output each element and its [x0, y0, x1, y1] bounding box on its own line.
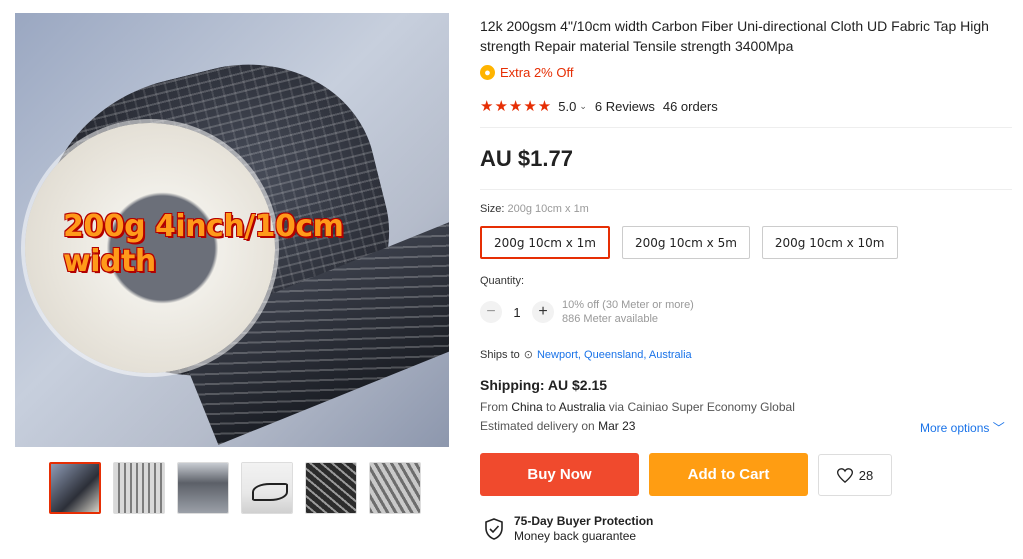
rating-row: ★★★★★ 5.0 ⌄ 6 Reviews 46 orders: [480, 97, 718, 115]
image-overlay-text: 200g 4inch/10cm width: [63, 209, 344, 279]
ship-to: Australia: [558, 400, 606, 414]
shipping-method: via Cainiao Super Economy Global: [608, 400, 795, 414]
protection-subtitle: Money back guarantee: [514, 529, 637, 543]
chevron-down-icon[interactable]: ⌄: [579, 101, 587, 112]
size-option-10m[interactable]: 200g 10cm x 10m: [761, 226, 898, 259]
thumbnail-2[interactable]: [113, 462, 165, 514]
add-to-cart-button[interactable]: Add to Cart: [649, 453, 808, 496]
wishlist-button[interactable]: 28: [818, 454, 892, 496]
buyer-protection: 75-Day Buyer Protection Money back guara…: [484, 514, 653, 544]
quantity-value[interactable]: 1: [502, 305, 532, 320]
eta-label: Estimated delivery on: [480, 419, 595, 433]
heart-icon: [836, 467, 853, 483]
thumbnail-3[interactable]: [177, 462, 229, 514]
ships-to-location-link[interactable]: Newport, Queensland, Australia: [537, 349, 692, 361]
quantity-decrease-button[interactable]: −: [480, 301, 502, 323]
eta-date: Mar 23: [598, 419, 636, 433]
product-title: 12k 200gsm 4"/10cm width Carbon Fiber Un…: [480, 18, 989, 54]
ship-from: China: [511, 400, 543, 414]
thumbnail-image: [306, 463, 356, 513]
location-pin-icon: ⊙: [523, 349, 533, 361]
ships-to-label: Ships to: [480, 348, 520, 361]
protection-title: 75-Day Buyer Protection: [514, 514, 654, 528]
quantity-label: Quantity:: [480, 275, 525, 287]
bulk-discount-note: 10% off (30 Meter or more): [562, 299, 694, 311]
thumbnail-1[interactable]: [49, 462, 101, 514]
wishlist-count: 28: [858, 467, 874, 483]
divider: [480, 189, 1012, 190]
protection-text: 75-Day Buyer Protection Money back guara…: [514, 514, 653, 544]
extra-discount: ● Extra 2% Off: [480, 65, 573, 80]
size-option-5m[interactable]: 200g 10cm x 5m: [621, 226, 750, 259]
reviews-link[interactable]: 6 Reviews: [595, 99, 655, 114]
quantity-info: 10% off (30 Meter or more) 886 Meter ava…: [562, 298, 694, 326]
star-rating-icon: ★★★★★: [480, 98, 553, 115]
more-shipping-options-link[interactable]: More options ﹀: [920, 419, 1005, 436]
thumbnail-image: [178, 463, 228, 513]
size-options: 200g 10cm x 1m 200g 10cm x 5m 200g 10cm …: [480, 226, 898, 259]
main-product-image[interactable]: 200g 4inch/10cm width: [15, 13, 449, 447]
quantity-stepper: − 1 + 10% off (30 Meter or more) 886 Met…: [480, 298, 694, 326]
product-price: AU $1.77: [480, 146, 573, 171]
size-label-text: Size:: [480, 203, 505, 215]
thumbnail-image: [51, 464, 99, 512]
thumbnail-4[interactable]: [241, 462, 293, 514]
shipping-price: Shipping: AU $2.15: [480, 377, 608, 393]
from-label: From: [480, 400, 508, 414]
estimated-delivery: Estimated delivery on Mar 23: [480, 419, 635, 433]
to-label: to: [546, 400, 557, 414]
coin-icon: ●: [480, 65, 495, 80]
thumbnail-image: [242, 463, 292, 513]
size-selected-value: 200g 10cm x 1m: [507, 203, 589, 215]
quantity-increase-button[interactable]: +: [532, 301, 554, 323]
buy-now-button[interactable]: Buy Now: [480, 453, 639, 496]
size-label: Size: 200g 10cm x 1m: [480, 203, 589, 215]
orders-count: 46 orders: [662, 98, 718, 114]
divider: [480, 127, 1012, 128]
thumbnail-image: [114, 463, 164, 513]
chevron-down-icon: ﹀: [992, 421, 1005, 435]
thumbnail-image: [370, 463, 420, 513]
stock-available: 886 Meter available: [562, 313, 659, 325]
rating-value[interactable]: 5.0: [558, 99, 576, 114]
thumbnail-strip: [49, 462, 421, 514]
more-options-label: More options: [920, 421, 990, 435]
extra-discount-text: Extra 2% Off: [500, 65, 574, 80]
size-option-1m[interactable]: 200g 10cm x 1m: [480, 226, 610, 259]
shield-check-icon: [485, 518, 503, 540]
ships-to-row: Ships to ⊙ Newport, Queensland, Australi…: [480, 348, 692, 362]
shipping-route: From China to Australia via Cainiao Supe…: [480, 400, 795, 414]
thumbnail-6[interactable]: [369, 462, 421, 514]
thumbnail-5[interactable]: [305, 462, 357, 514]
